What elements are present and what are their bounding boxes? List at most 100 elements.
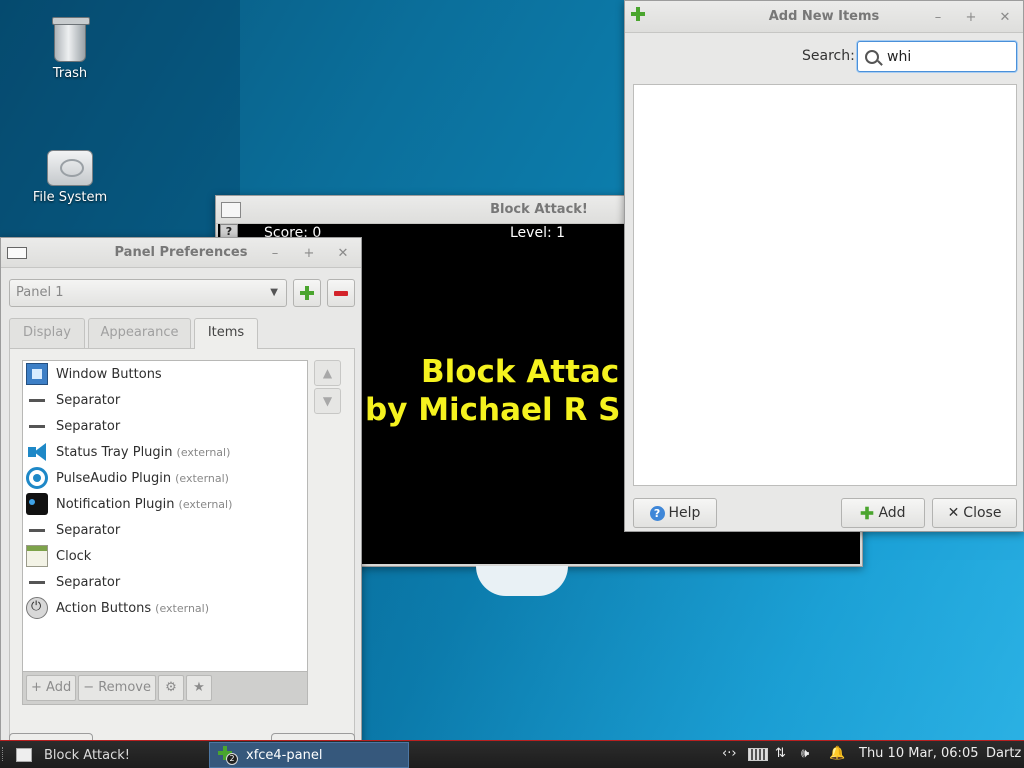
list-item[interactable]: Separator xyxy=(23,387,307,413)
remove-item-button[interactable]: − Remove xyxy=(78,675,156,701)
item-external-tag: (external) xyxy=(175,471,229,485)
add-panel-button[interactable] xyxy=(293,279,321,307)
search-field[interactable] xyxy=(857,41,1017,72)
task-count-badge: 2 xyxy=(226,753,238,765)
user-name[interactable]: Dartz xyxy=(986,746,1021,761)
keyboard-icon[interactable] xyxy=(748,748,768,761)
banner-author: by Michael R S xyxy=(365,392,621,428)
separator-icon xyxy=(26,415,48,437)
window-titlebar[interactable]: Panel Preferences – + ✕ xyxy=(1,238,361,268)
item-name: Action Buttons xyxy=(56,600,152,616)
panel-app-icon xyxy=(7,247,27,259)
search-input[interactable] xyxy=(887,48,1007,65)
task-block-attack[interactable]: Block Attack! xyxy=(8,742,206,768)
plugin-results-list[interactable] xyxy=(633,84,1017,486)
minimize-icon[interactable]: – xyxy=(263,241,287,265)
list-item[interactable]: Clock xyxy=(23,543,307,569)
task-label: Block Attack! xyxy=(44,747,131,763)
network-icon[interactable]: ‹·› xyxy=(722,746,737,761)
list-item[interactable]: Separator xyxy=(23,413,307,439)
panel-select[interactable]: Panel 1 ▼ xyxy=(9,279,287,307)
close-button[interactable]: ✕ Close xyxy=(932,498,1017,528)
gear-icon[interactable]: ⚙ xyxy=(157,675,184,701)
panel-handle[interactable] xyxy=(2,747,5,761)
close-icon[interactable]: ✕ xyxy=(993,5,1017,29)
notification-icon xyxy=(26,493,48,515)
item-name: PulseAudio Plugin xyxy=(56,470,172,486)
window-menu-icon[interactable] xyxy=(221,202,241,218)
move-up-button[interactable]: ▲ xyxy=(314,360,341,386)
move-down-button[interactable]: ▼ xyxy=(314,388,341,414)
plus-icon xyxy=(300,286,314,300)
desktop-icon-file-system[interactable]: File System xyxy=(20,150,120,205)
clock-text[interactable]: Thu 10 Mar, 06:05 xyxy=(859,746,978,761)
items-toolbar: + Add − Remove ⚙ ★ xyxy=(22,671,308,705)
minus-icon xyxy=(334,290,348,296)
megaphone-icon xyxy=(26,441,48,463)
desktop-icon-trash[interactable]: Trash xyxy=(20,17,120,81)
tab-display[interactable]: Display xyxy=(9,318,85,348)
plus-icon xyxy=(861,506,874,520)
item-name: Notification Plugin xyxy=(56,496,175,512)
volume-icon[interactable]: 🕪 xyxy=(801,746,809,761)
audio-icon xyxy=(26,467,48,489)
power-icon xyxy=(26,597,48,619)
item-name: Separator xyxy=(56,392,121,408)
minimize-icon[interactable]: – xyxy=(926,5,950,29)
trash-icon xyxy=(52,17,90,62)
tab-items[interactable]: Items xyxy=(194,318,258,349)
search-icon xyxy=(865,49,879,64)
list-item[interactable]: PulseAudio Plugin (external) xyxy=(23,465,307,491)
item-external-tag: (external) xyxy=(178,497,233,511)
add-button-label: Add xyxy=(878,505,906,521)
wallpaper-shade xyxy=(360,560,1024,740)
close-icon: ✕ xyxy=(947,505,960,521)
item-name: Window Buttons xyxy=(56,366,162,382)
item-name: Separator xyxy=(56,522,121,538)
remove-panel-button[interactable] xyxy=(327,279,355,307)
tab-appearance[interactable]: Appearance xyxy=(88,318,191,348)
panel-plugin-icon: 2 xyxy=(218,746,238,765)
level-text: Level: 1 xyxy=(510,225,566,241)
item-name: Clock xyxy=(56,548,92,564)
window-icon xyxy=(16,748,32,762)
list-item[interactable]: Notification Plugin (external) xyxy=(23,491,307,517)
help-button[interactable]: ? Help xyxy=(633,498,717,528)
add-new-items-window: Add New Items – + ✕ Search: ? Help Add ✕… xyxy=(624,0,1024,532)
window-buttons-icon xyxy=(26,363,48,385)
list-item[interactable]: Separator xyxy=(23,517,307,543)
window-titlebar[interactable]: Add New Items – + ✕ xyxy=(625,1,1023,33)
item-name: Separator xyxy=(56,418,121,434)
taskbar: Block Attack! 2 xfce4-panel ‹·› ⇅ 🕪 🔔 Th… xyxy=(0,740,1024,768)
banner-title: Block Attac xyxy=(421,354,620,390)
bell-icon[interactable]: 🔔 xyxy=(829,746,845,761)
item-external-tag: (external) xyxy=(176,445,231,459)
item-name: Status Tray Plugin xyxy=(56,444,173,460)
add-item-button[interactable]: + Add xyxy=(26,675,77,701)
help-button-label: Help xyxy=(668,505,701,521)
chevron-down-icon: ▼ xyxy=(270,287,278,298)
maximize-icon[interactable]: + xyxy=(959,5,983,29)
help-icon: ? xyxy=(649,505,665,521)
desktop-icon-label: Trash xyxy=(52,66,88,81)
drive-icon xyxy=(47,150,93,186)
add-button[interactable]: Add xyxy=(841,498,925,528)
list-item[interactable]: Status Tray Plugin (external) xyxy=(23,439,307,465)
star-icon[interactable]: ★ xyxy=(185,675,212,701)
separator-icon xyxy=(26,519,48,541)
item-name: Separator xyxy=(56,574,121,590)
separator-icon xyxy=(26,571,48,593)
item-external-tag: (external) xyxy=(155,601,210,615)
list-item[interactable]: Window Buttons xyxy=(23,361,307,387)
transfer-icon[interactable]: ⇅ xyxy=(775,746,786,761)
panel-items-list[interactable]: Window Buttons Separator Separator Status T… xyxy=(22,360,308,672)
maximize-icon[interactable]: + xyxy=(297,241,321,265)
list-item[interactable]: Action Buttons(external) xyxy=(23,595,307,621)
close-button-label: Close xyxy=(963,505,1002,521)
task-xfce4-panel[interactable]: 2 xfce4-panel xyxy=(209,742,409,768)
desktop-icon-label: File System xyxy=(32,190,108,205)
list-item[interactable]: Separator xyxy=(23,569,307,595)
search-label: Search: xyxy=(802,48,855,64)
close-icon[interactable]: ✕ xyxy=(331,241,355,265)
task-label: xfce4-panel xyxy=(246,747,323,763)
